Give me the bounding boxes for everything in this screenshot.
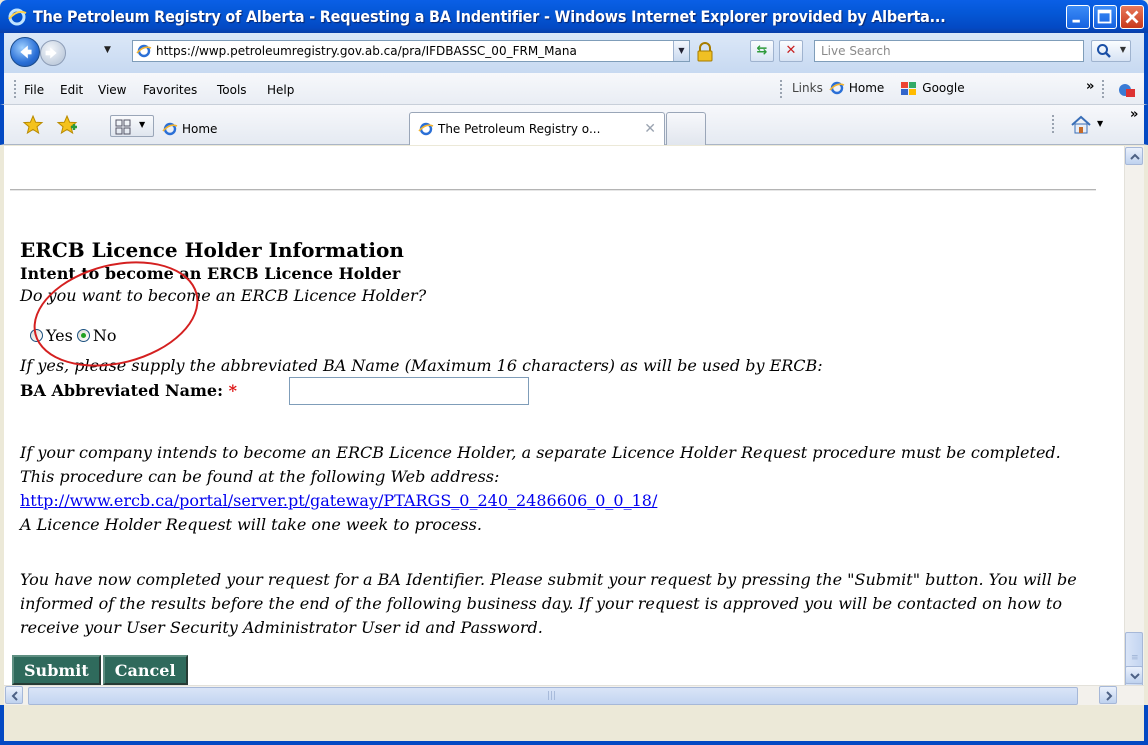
ba-abbreviated-name-input[interactable] [289, 377, 529, 405]
menu-favorites[interactable]: Favorites [143, 83, 197, 97]
address-field[interactable]: https://wwp.petroleumregistry.gov.ab.ca/… [132, 40, 690, 62]
chevron-down-icon [1130, 673, 1140, 680]
final-paragraph: You have now completed your request for … [20, 570, 1077, 637]
address-toolbar: ▼ https://wwp.petroleumregistry.gov.ab.c… [0, 33, 1148, 73]
ercb-link[interactable]: http://www.ercb.ca/portal/server.pt/gate… [20, 491, 657, 510]
tools-addon-icon[interactable] [1116, 81, 1138, 99]
toolbar-grip-2[interactable] [1102, 80, 1104, 98]
chevron-right-icon [1106, 691, 1113, 701]
links-overflow-chevron[interactable]: » [1086, 79, 1094, 94]
horizontal-scrollbar[interactable]: ||| [4, 685, 1144, 705]
search-button[interactable]: ▼ [1091, 40, 1131, 62]
favorites-star-icon[interactable] [22, 114, 44, 136]
window-title: The Petroleum Registry of Alberta - Requ… [33, 7, 946, 26]
address-dropdown[interactable]: ▼ [673, 41, 689, 61]
info-text: If your company intends to become an ERC… [20, 443, 1061, 486]
ie-logo-icon [8, 8, 27, 25]
search-input[interactable]: Live Search [814, 40, 1084, 62]
menu-view[interactable]: View [98, 83, 126, 97]
tab-petroleum-registry[interactable]: The Petroleum Registry o... ✕ [409, 112, 665, 145]
section-title: ERCB Licence Holder Information [20, 238, 404, 262]
scroll-left-button[interactable] [5, 686, 23, 704]
scroll-right-button[interactable] [1099, 686, 1117, 704]
menu-file[interactable]: File [24, 83, 44, 97]
vertical-scroll-track[interactable] [1124, 146, 1144, 685]
stop-button[interactable]: ✕ [779, 40, 803, 62]
chevron-left-icon [11, 691, 18, 701]
quick-tabs-button[interactable]: ▼ [110, 115, 154, 137]
toolbar-grip[interactable] [14, 80, 16, 98]
ie-page-icon [162, 122, 178, 135]
tab-list-dropdown[interactable]: ▼ [139, 120, 145, 129]
links-home-label: Home [848, 81, 885, 95]
menu-help[interactable]: Help [267, 83, 294, 97]
required-mark: * [228, 381, 237, 400]
page-content: ERCB Licence Holder Information Intent t… [4, 146, 1096, 685]
status-bar [4, 705, 1144, 741]
menu-edit[interactable]: Edit [60, 83, 83, 97]
tab-bar: ▼ Home The Petroleum Registry o... ✕ ▼ » [0, 105, 1148, 145]
thumb-grip: ||| [547, 691, 557, 701]
stop-icon: ✕ [785, 43, 797, 58]
google-icon [901, 82, 917, 95]
divider [10, 189, 1096, 191]
abbr-label-text: BA Abbreviated Name: [20, 381, 223, 400]
ie-page-icon [418, 122, 434, 136]
new-tab-button[interactable] [666, 112, 706, 145]
back-arrow-icon [20, 45, 32, 59]
links-grip[interactable] [780, 80, 782, 98]
close-tab-icon[interactable]: ✕ [644, 121, 656, 137]
ie-page-icon [829, 81, 845, 95]
scroll-down-button[interactable] [1125, 666, 1143, 684]
tab-home-label: Home [182, 121, 218, 136]
home-dropdown[interactable]: ▼ [1097, 119, 1103, 128]
forward-arrow-icon [45, 47, 57, 59]
thumb-grip: ≡ [1131, 653, 1139, 663]
close-icon [1125, 10, 1139, 23]
add-favorites-icon[interactable] [56, 114, 78, 136]
links-google[interactable]: Google [900, 80, 965, 96]
links-google-label: Google [922, 81, 965, 95]
refresh-button[interactable]: ⇆ [750, 40, 774, 62]
command-bar-grip[interactable] [1052, 115, 1054, 133]
refresh-icon: ⇆ [756, 43, 768, 58]
title-bar[interactable]: The Petroleum Registry of Alberta - Requ… [0, 0, 1148, 33]
search-options-dropdown[interactable]: ▼ [1120, 45, 1126, 54]
scroll-up-button[interactable] [1125, 147, 1143, 165]
recent-pages-dropdown[interactable]: ▼ [104, 45, 111, 55]
abbr-label: BA Abbreviated Name: * [20, 381, 237, 400]
info-after-text: A Licence Holder Request will take one w… [20, 515, 482, 534]
search-icon [1097, 44, 1111, 58]
minimize-icon [1072, 19, 1080, 22]
chevron-up-icon [1130, 153, 1140, 160]
quick-tabs-icon [115, 119, 131, 135]
maximize-icon [1097, 9, 1112, 23]
home-icon[interactable] [1069, 113, 1093, 137]
horizontal-scroll-thumb[interactable]: ||| [28, 687, 1078, 705]
tab-home[interactable]: Home [156, 112, 406, 145]
submit-button[interactable]: Submit [12, 655, 101, 685]
forward-button[interactable] [40, 40, 66, 66]
lock-icon[interactable] [694, 41, 716, 63]
back-button[interactable] [10, 37, 40, 67]
menu-bar: File Edit View Favorites Tools Help Link… [0, 73, 1148, 105]
links-home[interactable]: Home [829, 80, 884, 96]
menu-tools[interactable]: Tools [217, 83, 247, 97]
maximize-button[interactable] [1093, 4, 1117, 29]
links-label: Links [792, 81, 823, 95]
vertical-scrollbar[interactable]: ≡ [1096, 146, 1144, 688]
ie-page-icon [136, 44, 152, 58]
tab-active-label: The Petroleum Registry o... [438, 122, 601, 136]
minimize-button[interactable] [1066, 4, 1090, 29]
info-paragraph: If your company intends to become an ERC… [20, 441, 1080, 537]
form-buttons: Submit Cancel [12, 655, 188, 685]
command-overflow-chevron[interactable]: » [1130, 107, 1138, 122]
close-window-button[interactable] [1120, 4, 1144, 29]
url-text: https://wwp.petroleumregistry.gov.ab.ca/… [156, 44, 577, 58]
window-frame-bottom [0, 705, 1148, 745]
cancel-button[interactable]: Cancel [102, 655, 188, 685]
